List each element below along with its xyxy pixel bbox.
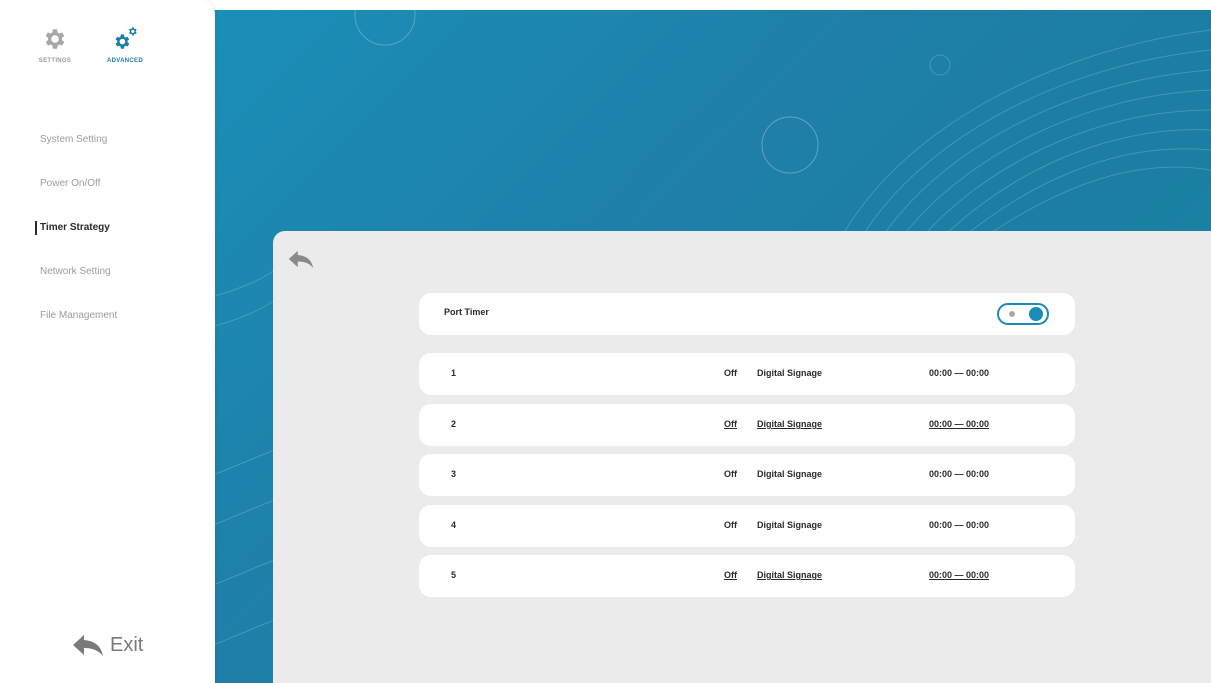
timer-row-source[interactable]: Digital Signage xyxy=(757,368,822,378)
timer-row-number: 3 xyxy=(451,469,457,479)
port-timer-label: Port Timer xyxy=(444,307,489,317)
timer-row-state[interactable]: Off xyxy=(724,368,737,378)
back-arrow-icon xyxy=(288,250,314,268)
timer-row-time[interactable]: 00:00 — 00:00 xyxy=(929,368,989,378)
timer-row-number: 2 xyxy=(451,419,457,429)
sidebar-item-label: System Setting xyxy=(40,134,108,145)
sidebar-item-label: Timer Strategy xyxy=(40,222,110,233)
gear-icon xyxy=(45,29,65,49)
gears-icon xyxy=(115,27,137,49)
sidebar: SETTINGS ADVANCED System Setting Power O… xyxy=(0,0,215,683)
sidebar-item-file-management[interactable]: File Management xyxy=(0,294,215,338)
timer-row-number: 4 xyxy=(451,520,457,530)
back-button[interactable] xyxy=(288,249,314,274)
timer-row-source[interactable]: Digital Signage xyxy=(757,469,822,479)
port-timer-toggle[interactable] xyxy=(997,303,1049,325)
sidebar-item-system-setting[interactable]: System Setting xyxy=(0,118,215,162)
tab-advanced-label: ADVANCED xyxy=(107,58,143,64)
timer-row-4[interactable]: 4 Off Digital Signage 00:00 — 00:00 xyxy=(419,505,1075,547)
timer-row-source[interactable]: Digital Signage xyxy=(757,520,822,530)
timer-row-1[interactable]: 1 Off Digital Signage 00:00 — 00:00 xyxy=(419,353,1075,395)
timer-row-state[interactable]: Off xyxy=(724,570,737,580)
exit-button[interactable]: Exit xyxy=(72,628,143,662)
tab-advanced[interactable]: ADVANCED xyxy=(90,26,160,64)
back-arrow-icon xyxy=(73,635,103,656)
timer-row-time[interactable]: 00:00 — 00:00 xyxy=(929,469,989,479)
timer-row-5[interactable]: 5 Off Digital Signage 00:00 — 00:00 xyxy=(419,555,1075,597)
timer-row-state[interactable]: Off xyxy=(724,419,737,429)
sidebar-item-network-setting[interactable]: Network Setting xyxy=(0,250,215,294)
sidebar-item-power-on-off[interactable]: Power On/Off xyxy=(0,162,215,206)
sidebar-item-timer-strategy[interactable]: Timer Strategy xyxy=(0,206,215,250)
tab-settings[interactable]: SETTINGS xyxy=(20,26,90,64)
timer-row-2[interactable]: 2 Off Digital Signage 00:00 — 00:00 xyxy=(419,404,1075,446)
timer-row-time[interactable]: 00:00 — 00:00 xyxy=(929,419,989,429)
timer-row-number: 1 xyxy=(451,368,457,378)
toggle-knob xyxy=(1029,307,1043,321)
timer-row-source[interactable]: Digital Signage xyxy=(757,419,822,429)
timer-row-number: 5 xyxy=(451,570,457,580)
exit-label: Exit xyxy=(110,633,144,656)
timer-row-time[interactable]: 00:00 — 00:00 xyxy=(929,520,989,530)
sidebar-item-label: File Management xyxy=(40,310,118,321)
sidebar-item-label: Network Setting xyxy=(40,266,111,277)
toggle-off-dot xyxy=(1009,311,1015,317)
mode-tabs: SETTINGS ADVANCED xyxy=(20,26,200,86)
sidebar-item-label: Power On/Off xyxy=(40,178,101,189)
timer-row-time[interactable]: 00:00 — 00:00 xyxy=(929,570,989,580)
tab-settings-label: SETTINGS xyxy=(38,58,72,64)
timer-row-state[interactable]: Off xyxy=(724,520,737,530)
port-timer-row: Port Timer xyxy=(419,293,1075,335)
timer-row-3[interactable]: 3 Off Digital Signage 00:00 — 00:00 xyxy=(419,454,1075,496)
timer-row-source[interactable]: Digital Signage xyxy=(757,570,822,580)
timer-row-state[interactable]: Off xyxy=(724,469,737,479)
sidebar-menu: System Setting Power On/Off Timer Strate… xyxy=(0,118,215,338)
timer-strategy-panel: Port Timer 1 Off Digital Signage 00:00 —… xyxy=(273,231,1211,683)
